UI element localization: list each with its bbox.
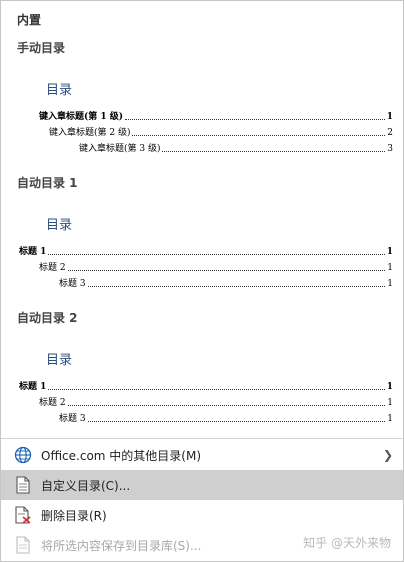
menu-item-label: 删除目录(R) bbox=[41, 508, 107, 523]
toc-preview-heading: 目录 bbox=[46, 218, 73, 233]
toc-preview-line-level3: 键入章标题(第 3 级) 3 bbox=[79, 144, 393, 154]
watermark-text: 知乎 @天外来物 bbox=[303, 536, 391, 550]
gallery-item-auto-toc-2[interactable]: 自动目录 2 目录 标题 11 标题 21 标题 31 bbox=[1, 309, 403, 429]
gallery-item-auto-toc-1[interactable]: 自动目录 1 目录 标题 11 标题 21 标题 31 bbox=[1, 174, 403, 294]
chevron-right-icon: ❯ bbox=[382, 448, 393, 462]
builtin-section-header: 内置 bbox=[17, 13, 42, 27]
menu-item-label: Office.com 中的其他目录(M) bbox=[41, 448, 202, 463]
custom-toc-menu-item[interactable]: 自定义目录(C)... bbox=[1, 470, 403, 500]
menu-item-label: 将所选内容保存到目录库(S)... bbox=[41, 538, 202, 553]
toc-preview-line-level1: 标题 11 bbox=[19, 247, 393, 257]
remove-toc-menu-item[interactable]: 删除目录(R) bbox=[1, 500, 403, 530]
toc-preview-line-level3: 标题 31 bbox=[59, 414, 393, 424]
toc-preview-heading: 目录 bbox=[46, 83, 73, 98]
toc-preview-line-level1: 标题 11 bbox=[19, 382, 393, 392]
gallery-item-manual-toc[interactable]: 手动目录 目录 键入章标题(第 1 级) 1 键入章标题(第 2 级) 2 键入章标… bbox=[1, 39, 403, 159]
toc-preview-heading: 目录 bbox=[46, 353, 73, 368]
gallery-item-title: 自动目录 1 bbox=[17, 176, 78, 190]
toc-preview-line-level2: 键入章标题(第 2 级) 2 bbox=[49, 128, 393, 138]
gallery-item-title: 自动目录 2 bbox=[17, 311, 78, 325]
delete-document-icon bbox=[13, 505, 33, 525]
toc-preview-line-level1: 键入章标题(第 1 级) 1 bbox=[39, 112, 393, 122]
toc-dropdown-panel: 内置 手动目录 目录 键入章标题(第 1 级) 1 键入章标题(第 2 级) 2 键… bbox=[0, 0, 404, 562]
save-document-icon bbox=[13, 535, 33, 555]
menu-item-label: 自定义目录(C)... bbox=[41, 478, 131, 493]
globe-icon bbox=[13, 445, 33, 465]
toc-preview-line-level3: 标题 31 bbox=[59, 279, 393, 289]
menu-divider bbox=[1, 438, 403, 439]
toc-preview-line-level2: 标题 21 bbox=[39, 263, 393, 273]
gallery-item-title: 手动目录 bbox=[17, 41, 66, 55]
document-icon bbox=[13, 475, 33, 495]
toc-preview-line-level2: 标题 21 bbox=[39, 398, 393, 408]
office-com-more-toc-menu-item[interactable]: Office.com 中的其他目录(M) ❯ bbox=[1, 440, 403, 470]
